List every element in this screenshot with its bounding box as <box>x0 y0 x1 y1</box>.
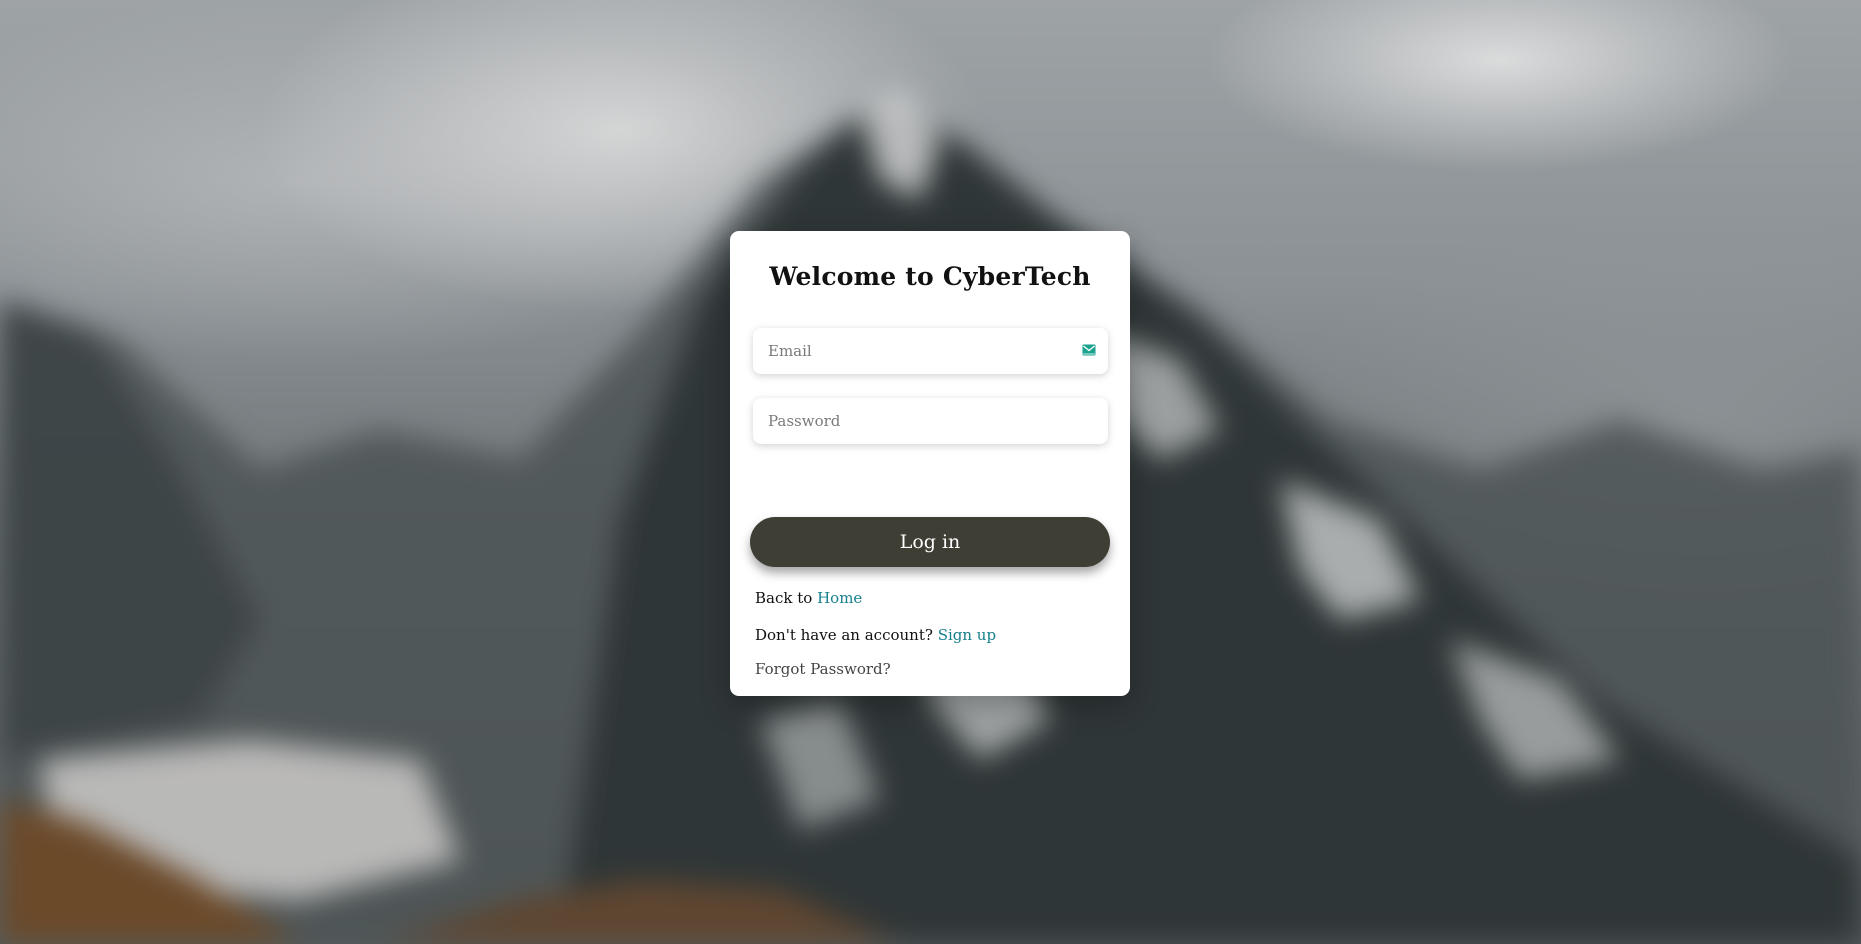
signup-line: Don't have an account? Sign up <box>755 626 996 644</box>
signup-prompt: Don't have an account? <box>755 626 933 644</box>
mail-icon <box>1082 344 1096 356</box>
forgot-password-link[interactable]: Forgot Password? <box>755 660 891 678</box>
email-field[interactable] <box>753 328 1108 374</box>
home-link[interactable]: Home <box>817 589 862 607</box>
page-title: Welcome to CyberTech <box>769 262 1091 291</box>
signup-link[interactable]: Sign up <box>938 626 996 644</box>
password-field-container <box>753 398 1108 444</box>
password-field[interactable] <box>753 398 1108 444</box>
back-to-label: Back to <box>755 589 813 607</box>
login-card: Welcome to CyberTech Log in Back to Home… <box>730 231 1130 696</box>
login-button[interactable]: Log in <box>750 517 1110 567</box>
back-to-home-line: Back to Home <box>755 589 862 607</box>
email-field-container <box>753 328 1108 374</box>
